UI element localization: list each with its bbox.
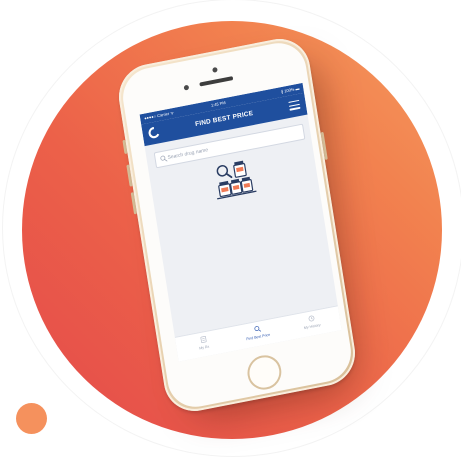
tab-my-rx[interactable]: My Rx [175,330,231,354]
earpiece-speaker [199,76,234,87]
tab-my-history[interactable]: My History [283,309,339,333]
tab-label: Find Best Price [246,332,271,342]
pharmacy-search-illustration [216,160,257,200]
home-button[interactable] [245,352,284,393]
phone-screen: ●●●●○ Carrier ᯤ 1:45 PM ∦ 100% ▬ FIND BE… [139,82,342,362]
search-icon [253,326,261,332]
history-icon [308,315,314,322]
tab-find-best-price[interactable]: Find Best Price [229,320,285,344]
bottom-tab-bar: My Rx Find Best Price My History [174,305,342,362]
app-logo-icon[interactable] [147,125,162,140]
tab-label: My History [303,322,321,331]
accent-dot [16,403,47,434]
promo-scene: ●●●●○ Carrier ᯤ 1:45 PM ∦ 100% ▬ FIND BE… [0,0,461,460]
proximity-sensor [183,84,190,91]
hamburger-menu-icon[interactable] [288,99,301,111]
prescription-icon [200,336,207,344]
tab-label: My Rx [198,344,210,351]
search-placeholder: Search drug name [167,147,209,161]
front-camera [212,66,218,73]
